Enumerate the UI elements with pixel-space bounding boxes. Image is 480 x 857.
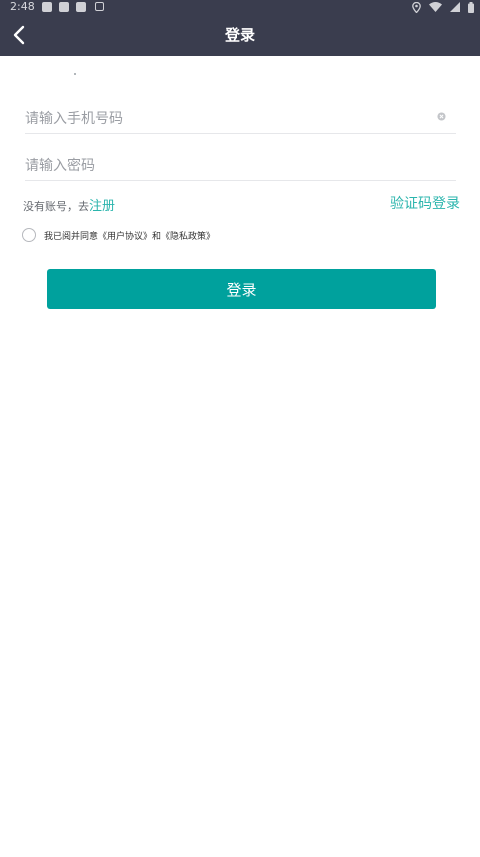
- page-title: 登录: [224, 26, 255, 44]
- no-account-text: 没有账号，去: [23, 200, 89, 213]
- signal-icon: [450, 2, 460, 12]
- location-icon: [412, 1, 421, 13]
- chevron-left-icon: [13, 25, 25, 45]
- wifi-icon: [429, 2, 442, 12]
- phone-field: [25, 98, 456, 134]
- dot-mark: [74, 73, 76, 75]
- phone-input[interactable]: [25, 98, 425, 133]
- user-agreement-link[interactable]: 《用户协议》: [98, 229, 152, 242]
- clear-circle-icon[interactable]: [437, 112, 446, 121]
- battery-icon: [468, 1, 474, 13]
- notification-icon: [59, 2, 69, 12]
- agreement-text: 我已阅并同意 《用户协议》和《隐私政策》: [44, 229, 215, 242]
- app-bar: 登录: [0, 14, 480, 56]
- agreement-conjunction: 和: [152, 231, 162, 242]
- register-prompt: 没有账号，去注册: [23, 195, 115, 214]
- register-link[interactable]: 注册: [89, 199, 115, 214]
- password-field: [25, 145, 456, 181]
- links-row: 没有账号，去注册 验证码登录: [23, 193, 463, 214]
- agreement-checkbox[interactable]: [22, 228, 36, 242]
- back-button[interactable]: [8, 22, 34, 48]
- notification-icon: [76, 2, 86, 12]
- sms-login-link[interactable]: 验证码登录: [390, 193, 460, 213]
- agreement-row: 我已阅并同意 《用户协议》和《隐私政策》: [22, 227, 215, 243]
- status-time: 2:48: [10, 0, 35, 13]
- login-button[interactable]: 登录: [47, 269, 436, 309]
- status-icons: [412, 1, 474, 13]
- notification-icon: [42, 2, 52, 12]
- a-notification-icon: [95, 2, 104, 11]
- status-bar: 2:48: [0, 0, 480, 14]
- password-input[interactable]: [25, 145, 425, 180]
- agreement-prefix: 我已阅并同意: [44, 231, 99, 242]
- privacy-policy-link[interactable]: 《隐私政策》: [161, 229, 215, 242]
